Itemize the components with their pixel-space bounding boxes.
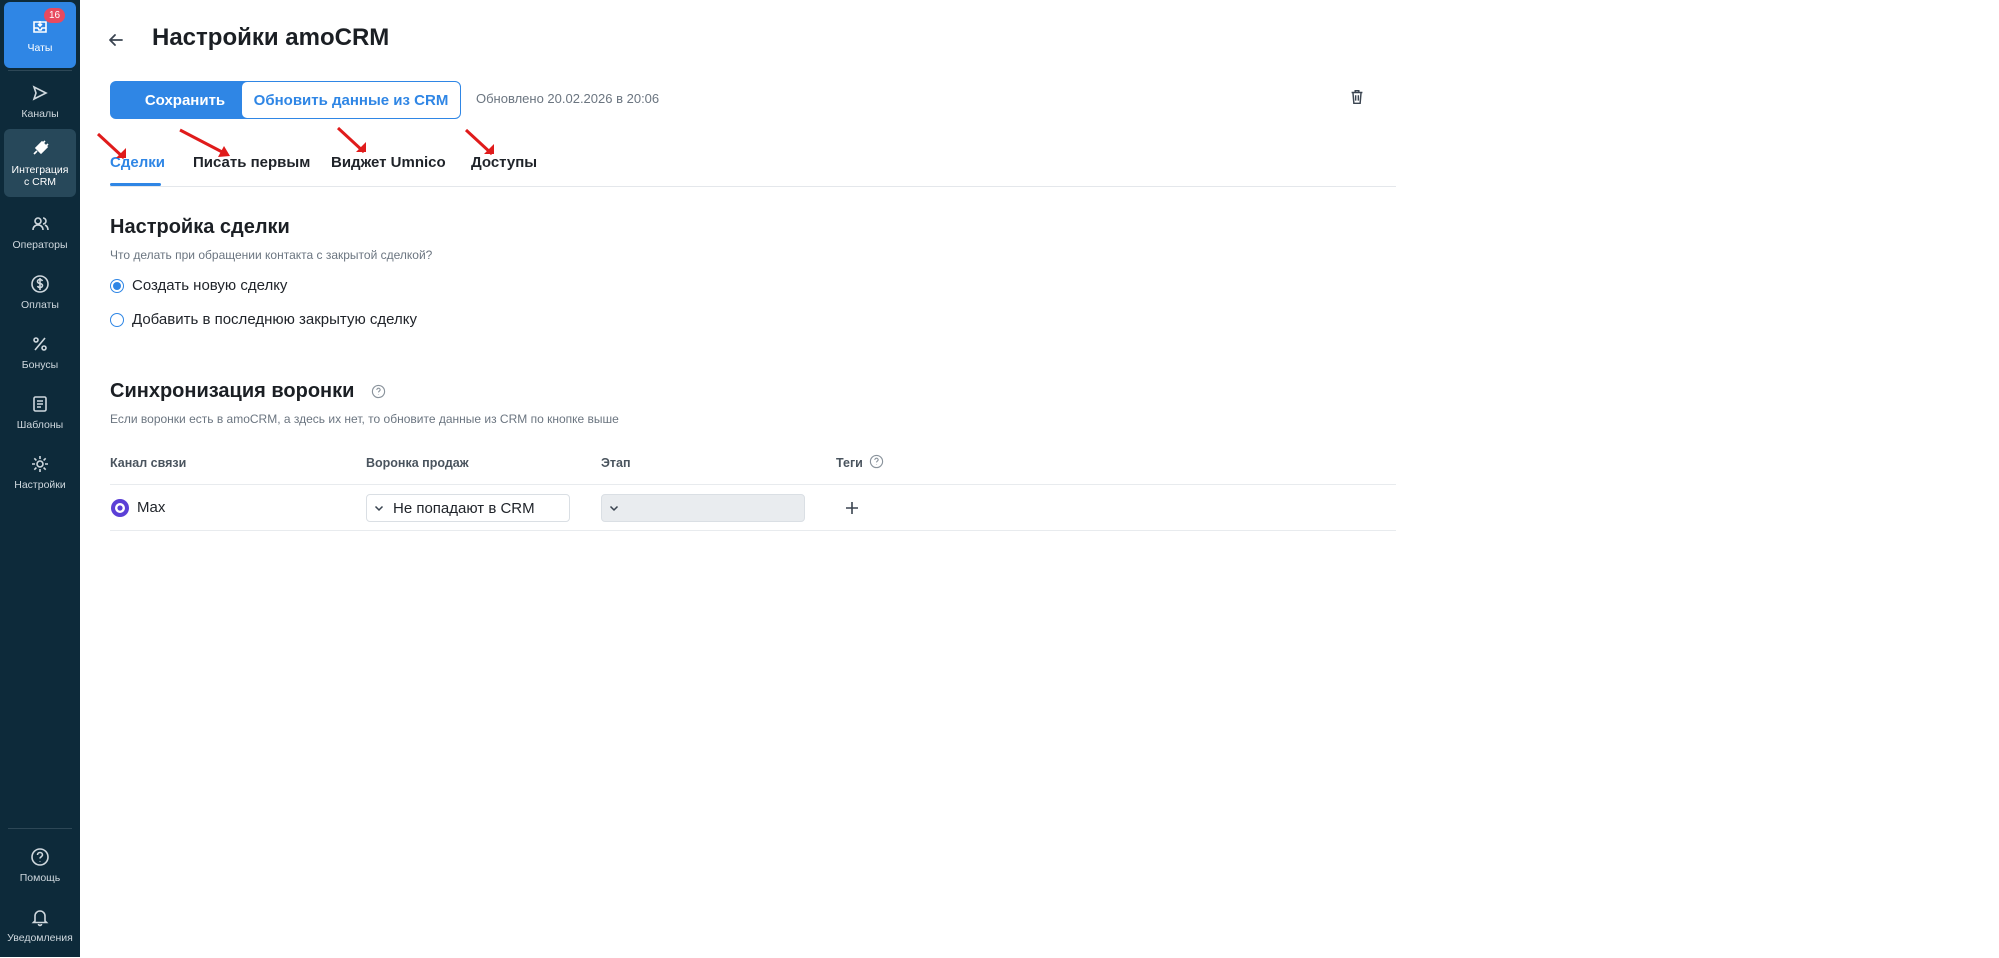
gear-icon — [32, 455, 48, 472]
max-channel-icon — [111, 499, 129, 517]
last-updated-text: Обновлено 20.02.2026 в 20:06 — [476, 91, 660, 106]
radio-label: Создать новую сделку — [132, 277, 288, 294]
sidebar-item-label: Уведомления — [7, 931, 73, 944]
sidebar-divider — [8, 828, 72, 829]
channel-name: Max — [137, 499, 166, 516]
percent-icon — [33, 336, 47, 351]
column-header-channel: Канал связи — [110, 456, 187, 470]
sidebar-item-chats[interactable]: Чаты 16 — [4, 2, 76, 68]
unread-badge: 16 — [44, 8, 66, 23]
chevron-down-icon — [609, 505, 619, 512]
funnel-select[interactable]: Не попадают в CRM — [366, 494, 570, 522]
stage-select[interactable] — [601, 494, 805, 522]
plug-icon — [33, 139, 49, 155]
page-title: Настройки amoCRM — [152, 24, 390, 51]
column-header-stage: Этап — [601, 456, 631, 470]
sidebar-item-notifications[interactable]: Уведомления — [4, 892, 76, 958]
table-divider — [110, 530, 1396, 531]
help-icon — [31, 847, 49, 866]
dollar-icon — [31, 274, 49, 293]
trash-icon[interactable] — [1348, 88, 1366, 106]
funnel-sync-description: Если воронки есть в amoCRM, а здесь их н… — [110, 412, 619, 426]
funnel-sync-title: Синхронизация воронки — [110, 380, 355, 402]
radio-button-checked[interactable] — [110, 278, 124, 293]
sidebar-item-label: Шаблоны — [16, 418, 64, 431]
back-arrow-icon[interactable] — [106, 30, 126, 50]
radio-label: Добавить в последнюю закрытую сделку — [132, 311, 417, 328]
users-icon — [32, 216, 49, 230]
refresh-from-crm-button[interactable]: Обновить данные из CRM — [241, 81, 461, 119]
annotation-arrow-icon — [336, 126, 366, 154]
funnel-select-value: Не попадают в CRM — [393, 499, 535, 517]
sidebar-item-label: Помощь — [19, 871, 61, 884]
sidebar-item-label: Оплаты — [21, 298, 59, 311]
bell-icon — [31, 909, 49, 926]
sidebar-item-crm-integration[interactable]: Интеграция с CRM — [4, 129, 76, 197]
annotation-arrow-icon — [464, 128, 494, 156]
sidebar-item-label: Операторы — [12, 238, 68, 251]
radio-add-to-last-closed[interactable]: Добавить в последнюю закрытую сделку — [110, 311, 417, 328]
annotation-arrow-icon — [179, 128, 230, 157]
table-divider — [110, 484, 1396, 485]
sidebar-item-payments[interactable]: Оплаты — [4, 259, 76, 325]
sidebar-item-label: Настройки — [14, 478, 66, 491]
sidebar-item-help[interactable]: Помощь — [4, 832, 76, 898]
tabs-bar: Сделки Писать первым Виджет Umnico Досту… — [110, 154, 1396, 187]
sidebar-item-templates[interactable]: Шаблоны — [4, 379, 76, 445]
radio-button-unchecked[interactable] — [110, 312, 124, 327]
sidebar-item-label: Интеграция с CRM — [11, 163, 69, 188]
column-header-tags: Теги — [836, 456, 863, 470]
annotation-arrow-icon — [96, 132, 126, 160]
main-content: Настройки amoCRM Сохранить Обновить данн… — [80, 0, 1999, 957]
sidebar-item-channels[interactable]: Каналы — [4, 68, 76, 134]
send-icon — [32, 84, 48, 101]
column-header-funnel: Воронка продаж — [366, 456, 469, 470]
add-tag-plus-icon[interactable] — [842, 498, 862, 518]
help-circle-icon[interactable] — [869, 454, 884, 469]
chevron-down-icon — [374, 505, 384, 512]
active-tab-indicator — [110, 183, 161, 186]
sidebar-item-label: Бонусы — [21, 358, 59, 371]
save-button[interactable]: Сохранить — [110, 81, 260, 119]
help-circle-icon[interactable] — [371, 384, 386, 399]
radio-create-new-deal[interactable]: Создать новую сделку — [110, 277, 287, 294]
sidebar-item-label: Чаты — [27, 41, 53, 54]
sidebar-item-label: Каналы — [21, 107, 59, 120]
template-icon — [33, 395, 47, 412]
sidebar-item-bonuses[interactable]: Бонусы — [4, 319, 76, 385]
deal-settings-question: Что делать при обращении контакта с закр… — [110, 248, 433, 262]
sidebar-item-settings[interactable]: Настройки — [4, 439, 76, 505]
deal-settings-title: Настройка сделки — [110, 216, 290, 238]
sidebar-item-operators[interactable]: Операторы — [4, 199, 76, 265]
sidebar: Чаты 16 Каналы Интеграция с CRM Оператор… — [0, 0, 80, 957]
